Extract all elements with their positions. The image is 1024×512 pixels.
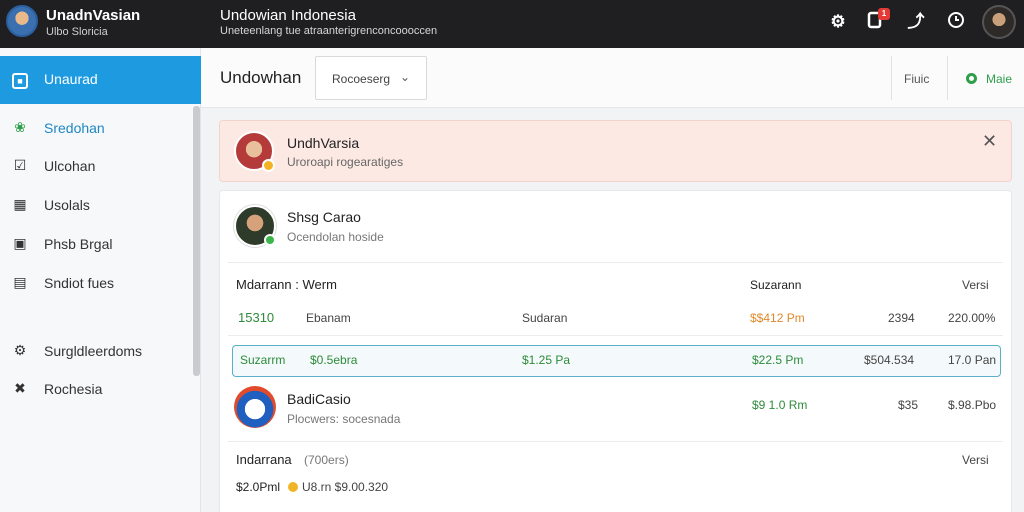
sidebar-item-4[interactable]: ▣ Phsb Brgal xyxy=(0,226,190,262)
page-title: Undowhan xyxy=(220,68,302,87)
gear-icon: ⚙ xyxy=(13,342,27,358)
divider xyxy=(228,262,1003,263)
process-dropdown[interactable]: Rocoeserg ⌄ xyxy=(315,56,427,100)
dropdown-value: Rocoeserg xyxy=(332,72,391,86)
table-cell: 220.00% xyxy=(948,311,996,325)
brand-subtitle: Ulbo Sloricia xyxy=(46,26,108,38)
sidebar-item-1[interactable]: ❀ Sredohan xyxy=(0,110,190,146)
sidebar-item-3[interactable]: ▦ Usolals xyxy=(0,187,190,223)
table-cell: $9 1.0 Rm xyxy=(752,398,808,412)
content-header: Undowhan Rocoeserg ⌄ Fiuic Maie xyxy=(201,48,1024,108)
person-name: Shsg Carao xyxy=(287,209,361,225)
chevron-down-icon: ⌄ xyxy=(400,70,411,84)
table-cell: $2.0Pml xyxy=(236,480,281,494)
sidebar-item-label: Sredohan xyxy=(44,120,105,136)
table-cell: $1.25 Pa xyxy=(522,353,571,367)
leaf-icon: ❀ xyxy=(14,119,26,135)
table-cell: $0.5ebra xyxy=(310,353,358,367)
app-logo-icon xyxy=(234,386,276,428)
table-cell: 2394 xyxy=(888,311,915,325)
status-dot-icon xyxy=(966,73,977,84)
alert-subtitle: Uroroapi rogearatiges xyxy=(287,155,404,169)
divider xyxy=(947,56,948,100)
online-dot-icon xyxy=(264,234,276,246)
table-cell: 17.0 Pan xyxy=(948,353,997,367)
person-avatar[interactable] xyxy=(234,205,276,247)
brand-avatar[interactable] xyxy=(6,5,38,37)
table-cell-with-coin: U8.rn $9.00.320 xyxy=(288,480,388,494)
square-icon: ■ xyxy=(12,73,28,89)
coin-icon xyxy=(288,482,298,492)
divider xyxy=(891,56,892,100)
alert-title: UndhVarsia xyxy=(287,135,360,151)
sidebar-item-6[interactable]: ⚙ Surgldleerdoms xyxy=(0,333,190,369)
column-header: Suzarann xyxy=(750,278,802,292)
column-header: Versi xyxy=(962,278,989,292)
notification-badge: 1 xyxy=(878,8,890,20)
clock-glyph-icon xyxy=(948,12,964,28)
sidebar-item-label: Sndiot fues xyxy=(44,275,115,291)
table-cell: $35 xyxy=(898,398,919,412)
share-icon[interactable]: ⤴ xyxy=(904,10,928,34)
table-cell: $.98.Pbo xyxy=(948,398,997,412)
sidebar-item-active[interactable]: ■ Unaurad xyxy=(0,56,201,104)
column-header: Versi xyxy=(962,453,989,467)
table-cell: $504.534 xyxy=(864,353,915,367)
sidebar-item-label: Usolals xyxy=(44,197,90,213)
table-cell: Sudaran xyxy=(522,311,568,325)
chart-box-icon: ▤ xyxy=(13,274,27,290)
filter-button[interactable]: Fiuic xyxy=(904,72,929,86)
text-box-icon: ▣ xyxy=(13,235,27,251)
status-dot-icon xyxy=(262,159,275,172)
sidebar-item-label: Ulcohan xyxy=(44,158,96,174)
table-cell: $$412 Pm xyxy=(750,311,805,325)
section-note: (700ers) xyxy=(304,453,349,467)
notification-alert: UndhVarsia Uroroapi rogearatiges ✕ xyxy=(219,120,1012,182)
page-header-title: Undowian Indonesia xyxy=(220,7,356,24)
sidebar-item-7[interactable]: ✖ Rochesia xyxy=(0,371,190,407)
page-header-subtitle: Uneteenlang tue atraanterigrenconcooocce… xyxy=(220,25,438,37)
table-cell: $22.5 Pm xyxy=(752,353,804,367)
checkbox-icon: ☑ xyxy=(13,157,27,173)
tools-icon: ✖ xyxy=(14,380,26,396)
grid-icon: ▦ xyxy=(13,196,27,212)
item-subtitle: Plocwers: socesnada xyxy=(287,412,401,426)
section-title: Mdarrann : Werm xyxy=(236,277,337,292)
person-subtitle: Ocendolan hoside xyxy=(287,230,384,244)
close-icon[interactable]: ✕ xyxy=(982,131,997,152)
sidebar: ■ Unaurad ❀ Sredohan ☑ Ulcohan ▦ Usolals… xyxy=(0,48,201,512)
top-bar: UnadnVasian Ulbo Sloricia Undowian Indon… xyxy=(0,0,1024,48)
more-label: Maie xyxy=(986,72,1013,86)
notification-icon[interactable]: 1 xyxy=(864,8,890,34)
section-title: Indarrana xyxy=(236,452,292,467)
details-card: Shsg Carao Ocendolan hoside Mdarrann : W… xyxy=(219,190,1012,512)
sidebar-scrollbar[interactable] xyxy=(193,106,200,376)
divider xyxy=(228,335,1003,336)
brand-name: UnadnVasian xyxy=(46,7,141,24)
table-cell-text: U8.rn $9.00.320 xyxy=(302,480,389,494)
sidebar-item-label: Phsb Brgal xyxy=(44,236,113,252)
item-name: BadiCasio xyxy=(287,391,351,407)
sidebar-item-2[interactable]: ☑ Ulcohan xyxy=(0,148,190,184)
clock-icon[interactable] xyxy=(944,10,968,34)
user-avatar[interactable] xyxy=(982,5,1016,39)
sidebar-item-label: Surgldleerdoms xyxy=(44,343,143,359)
table-cell: Suzarrm xyxy=(240,353,286,367)
sidebar-item-label: Rochesia xyxy=(44,381,103,397)
sidebar-item-label: Unaurad xyxy=(44,71,98,87)
table-cell: Ebanam xyxy=(306,311,351,325)
divider xyxy=(228,441,1003,442)
settings-icon[interactable]: ⚙ xyxy=(826,10,850,34)
alert-avatar xyxy=(234,131,275,172)
table-cell: 15310 xyxy=(238,310,275,325)
sidebar-item-5[interactable]: ▤ Sndiot fues xyxy=(0,265,190,301)
